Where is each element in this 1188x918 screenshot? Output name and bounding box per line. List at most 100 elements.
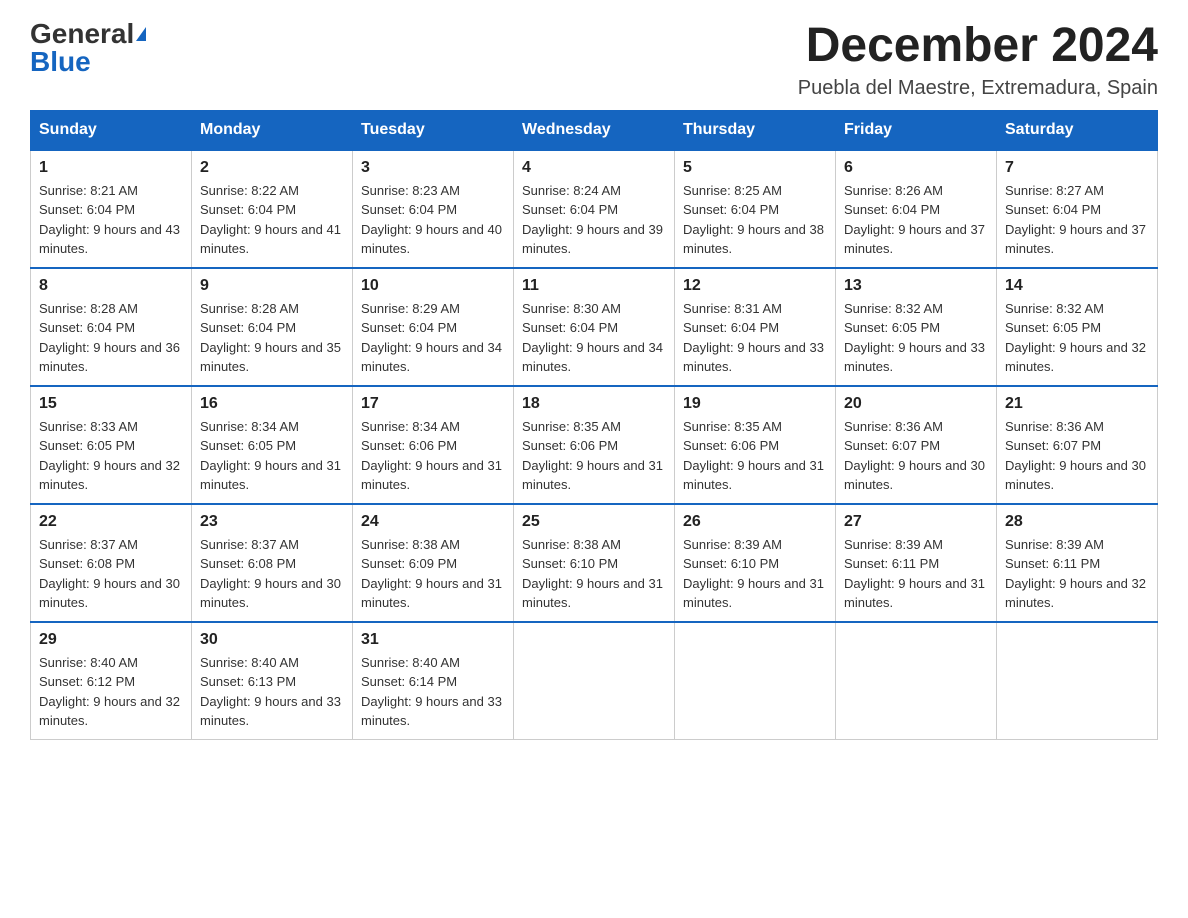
weekday-header-sunday: Sunday — [31, 110, 192, 150]
calendar-day-cell — [997, 622, 1158, 740]
day-info: Sunrise: 8:23 AM Sunset: 6:04 PM Dayligh… — [361, 181, 505, 259]
page-title: December 2024 — [798, 20, 1158, 73]
daylight-label: Daylight: 9 hours and 34 minutes. — [522, 340, 663, 375]
day-info: Sunrise: 8:28 AM Sunset: 6:04 PM Dayligh… — [200, 299, 344, 377]
day-number: 3 — [361, 159, 505, 177]
sunrise-label: Sunrise: 8:40 AM — [39, 655, 138, 670]
calendar-day-cell: 2 Sunrise: 8:22 AM Sunset: 6:04 PM Dayli… — [192, 150, 353, 268]
day-info: Sunrise: 8:36 AM Sunset: 6:07 PM Dayligh… — [1005, 417, 1149, 495]
sunrise-label: Sunrise: 8:32 AM — [1005, 301, 1104, 316]
calendar-week-row: 22 Sunrise: 8:37 AM Sunset: 6:08 PM Dayl… — [31, 504, 1158, 622]
calendar-day-cell: 27 Sunrise: 8:39 AM Sunset: 6:11 PM Dayl… — [836, 504, 997, 622]
sunrise-label: Sunrise: 8:38 AM — [522, 537, 621, 552]
day-info: Sunrise: 8:38 AM Sunset: 6:09 PM Dayligh… — [361, 535, 505, 613]
day-info: Sunrise: 8:36 AM Sunset: 6:07 PM Dayligh… — [844, 417, 988, 495]
sunrise-label: Sunrise: 8:34 AM — [361, 419, 460, 434]
day-number: 11 — [522, 277, 666, 295]
sunrise-label: Sunrise: 8:28 AM — [200, 301, 299, 316]
sunset-label: Sunset: 6:14 PM — [361, 674, 457, 689]
day-info: Sunrise: 8:24 AM Sunset: 6:04 PM Dayligh… — [522, 181, 666, 259]
calendar-day-cell — [675, 622, 836, 740]
calendar-day-cell: 18 Sunrise: 8:35 AM Sunset: 6:06 PM Dayl… — [514, 386, 675, 504]
day-number: 21 — [1005, 395, 1149, 413]
sunset-label: Sunset: 6:04 PM — [683, 320, 779, 335]
calendar-day-cell: 23 Sunrise: 8:37 AM Sunset: 6:08 PM Dayl… — [192, 504, 353, 622]
title-block: December 2024 Puebla del Maestre, Extrem… — [798, 20, 1158, 100]
day-number: 28 — [1005, 513, 1149, 531]
day-info: Sunrise: 8:35 AM Sunset: 6:06 PM Dayligh… — [522, 417, 666, 495]
sunset-label: Sunset: 6:11 PM — [844, 556, 939, 571]
sunset-label: Sunset: 6:05 PM — [1005, 320, 1101, 335]
sunrise-label: Sunrise: 8:35 AM — [522, 419, 621, 434]
daylight-label: Daylight: 9 hours and 31 minutes. — [683, 576, 824, 611]
sunrise-label: Sunrise: 8:21 AM — [39, 183, 138, 198]
day-info: Sunrise: 8:40 AM Sunset: 6:12 PM Dayligh… — [39, 653, 183, 731]
daylight-label: Daylight: 9 hours and 33 minutes. — [844, 340, 985, 375]
daylight-label: Daylight: 9 hours and 33 minutes. — [361, 694, 502, 729]
calendar-week-row: 29 Sunrise: 8:40 AM Sunset: 6:12 PM Dayl… — [31, 622, 1158, 740]
day-number: 25 — [522, 513, 666, 531]
day-number: 5 — [683, 159, 827, 177]
sunrise-label: Sunrise: 8:32 AM — [844, 301, 943, 316]
day-number: 31 — [361, 631, 505, 649]
day-number: 24 — [361, 513, 505, 531]
weekday-header-tuesday: Tuesday — [353, 110, 514, 150]
daylight-label: Daylight: 9 hours and 33 minutes. — [200, 694, 341, 729]
sunrise-label: Sunrise: 8:33 AM — [39, 419, 138, 434]
sunset-label: Sunset: 6:13 PM — [200, 674, 296, 689]
sunrise-label: Sunrise: 8:36 AM — [844, 419, 943, 434]
day-number: 22 — [39, 513, 183, 531]
day-number: 30 — [200, 631, 344, 649]
sunset-label: Sunset: 6:04 PM — [200, 202, 296, 217]
sunrise-label: Sunrise: 8:24 AM — [522, 183, 621, 198]
day-info: Sunrise: 8:39 AM Sunset: 6:11 PM Dayligh… — [844, 535, 988, 613]
calendar-day-cell: 6 Sunrise: 8:26 AM Sunset: 6:04 PM Dayli… — [836, 150, 997, 268]
sunrise-label: Sunrise: 8:39 AM — [844, 537, 943, 552]
calendar-day-cell: 11 Sunrise: 8:30 AM Sunset: 6:04 PM Dayl… — [514, 268, 675, 386]
calendar-day-cell: 24 Sunrise: 8:38 AM Sunset: 6:09 PM Dayl… — [353, 504, 514, 622]
calendar-week-row: 1 Sunrise: 8:21 AM Sunset: 6:04 PM Dayli… — [31, 150, 1158, 268]
sunrise-label: Sunrise: 8:39 AM — [683, 537, 782, 552]
calendar-day-cell: 22 Sunrise: 8:37 AM Sunset: 6:08 PM Dayl… — [31, 504, 192, 622]
sunset-label: Sunset: 6:04 PM — [361, 202, 457, 217]
daylight-label: Daylight: 9 hours and 35 minutes. — [200, 340, 341, 375]
daylight-label: Daylight: 9 hours and 32 minutes. — [39, 694, 180, 729]
sunset-label: Sunset: 6:06 PM — [361, 438, 457, 453]
calendar-day-cell: 20 Sunrise: 8:36 AM Sunset: 6:07 PM Dayl… — [836, 386, 997, 504]
day-info: Sunrise: 8:37 AM Sunset: 6:08 PM Dayligh… — [39, 535, 183, 613]
calendar-day-cell: 8 Sunrise: 8:28 AM Sunset: 6:04 PM Dayli… — [31, 268, 192, 386]
daylight-label: Daylight: 9 hours and 31 minutes. — [522, 458, 663, 493]
sunset-label: Sunset: 6:09 PM — [361, 556, 457, 571]
sunrise-label: Sunrise: 8:30 AM — [522, 301, 621, 316]
sunset-label: Sunset: 6:04 PM — [522, 320, 618, 335]
sunrise-label: Sunrise: 8:40 AM — [361, 655, 460, 670]
calendar-day-cell: 1 Sunrise: 8:21 AM Sunset: 6:04 PM Dayli… — [31, 150, 192, 268]
sunrise-label: Sunrise: 8:31 AM — [683, 301, 782, 316]
calendar-day-cell — [836, 622, 997, 740]
sunset-label: Sunset: 6:06 PM — [683, 438, 779, 453]
daylight-label: Daylight: 9 hours and 31 minutes. — [522, 576, 663, 611]
daylight-label: Daylight: 9 hours and 31 minutes. — [844, 576, 985, 611]
calendar-day-cell: 14 Sunrise: 8:32 AM Sunset: 6:05 PM Dayl… — [997, 268, 1158, 386]
day-number: 9 — [200, 277, 344, 295]
calendar-day-cell: 26 Sunrise: 8:39 AM Sunset: 6:10 PM Dayl… — [675, 504, 836, 622]
daylight-label: Daylight: 9 hours and 31 minutes. — [200, 458, 341, 493]
sunrise-label: Sunrise: 8:37 AM — [39, 537, 138, 552]
weekday-header-friday: Friday — [836, 110, 997, 150]
day-info: Sunrise: 8:21 AM Sunset: 6:04 PM Dayligh… — [39, 181, 183, 259]
calendar-day-cell: 10 Sunrise: 8:29 AM Sunset: 6:04 PM Dayl… — [353, 268, 514, 386]
sunset-label: Sunset: 6:04 PM — [361, 320, 457, 335]
weekday-header-monday: Monday — [192, 110, 353, 150]
calendar-day-cell: 4 Sunrise: 8:24 AM Sunset: 6:04 PM Dayli… — [514, 150, 675, 268]
weekday-header-row: SundayMondayTuesdayWednesdayThursdayFrid… — [31, 110, 1158, 150]
day-info: Sunrise: 8:39 AM Sunset: 6:10 PM Dayligh… — [683, 535, 827, 613]
daylight-label: Daylight: 9 hours and 40 minutes. — [361, 222, 502, 257]
calendar-day-cell: 7 Sunrise: 8:27 AM Sunset: 6:04 PM Dayli… — [997, 150, 1158, 268]
sunset-label: Sunset: 6:12 PM — [39, 674, 135, 689]
calendar-day-cell: 21 Sunrise: 8:36 AM Sunset: 6:07 PM Dayl… — [997, 386, 1158, 504]
sunset-label: Sunset: 6:04 PM — [683, 202, 779, 217]
calendar-day-cell: 30 Sunrise: 8:40 AM Sunset: 6:13 PM Dayl… — [192, 622, 353, 740]
day-number: 6 — [844, 159, 988, 177]
sunset-label: Sunset: 6:04 PM — [200, 320, 296, 335]
day-info: Sunrise: 8:40 AM Sunset: 6:13 PM Dayligh… — [200, 653, 344, 731]
